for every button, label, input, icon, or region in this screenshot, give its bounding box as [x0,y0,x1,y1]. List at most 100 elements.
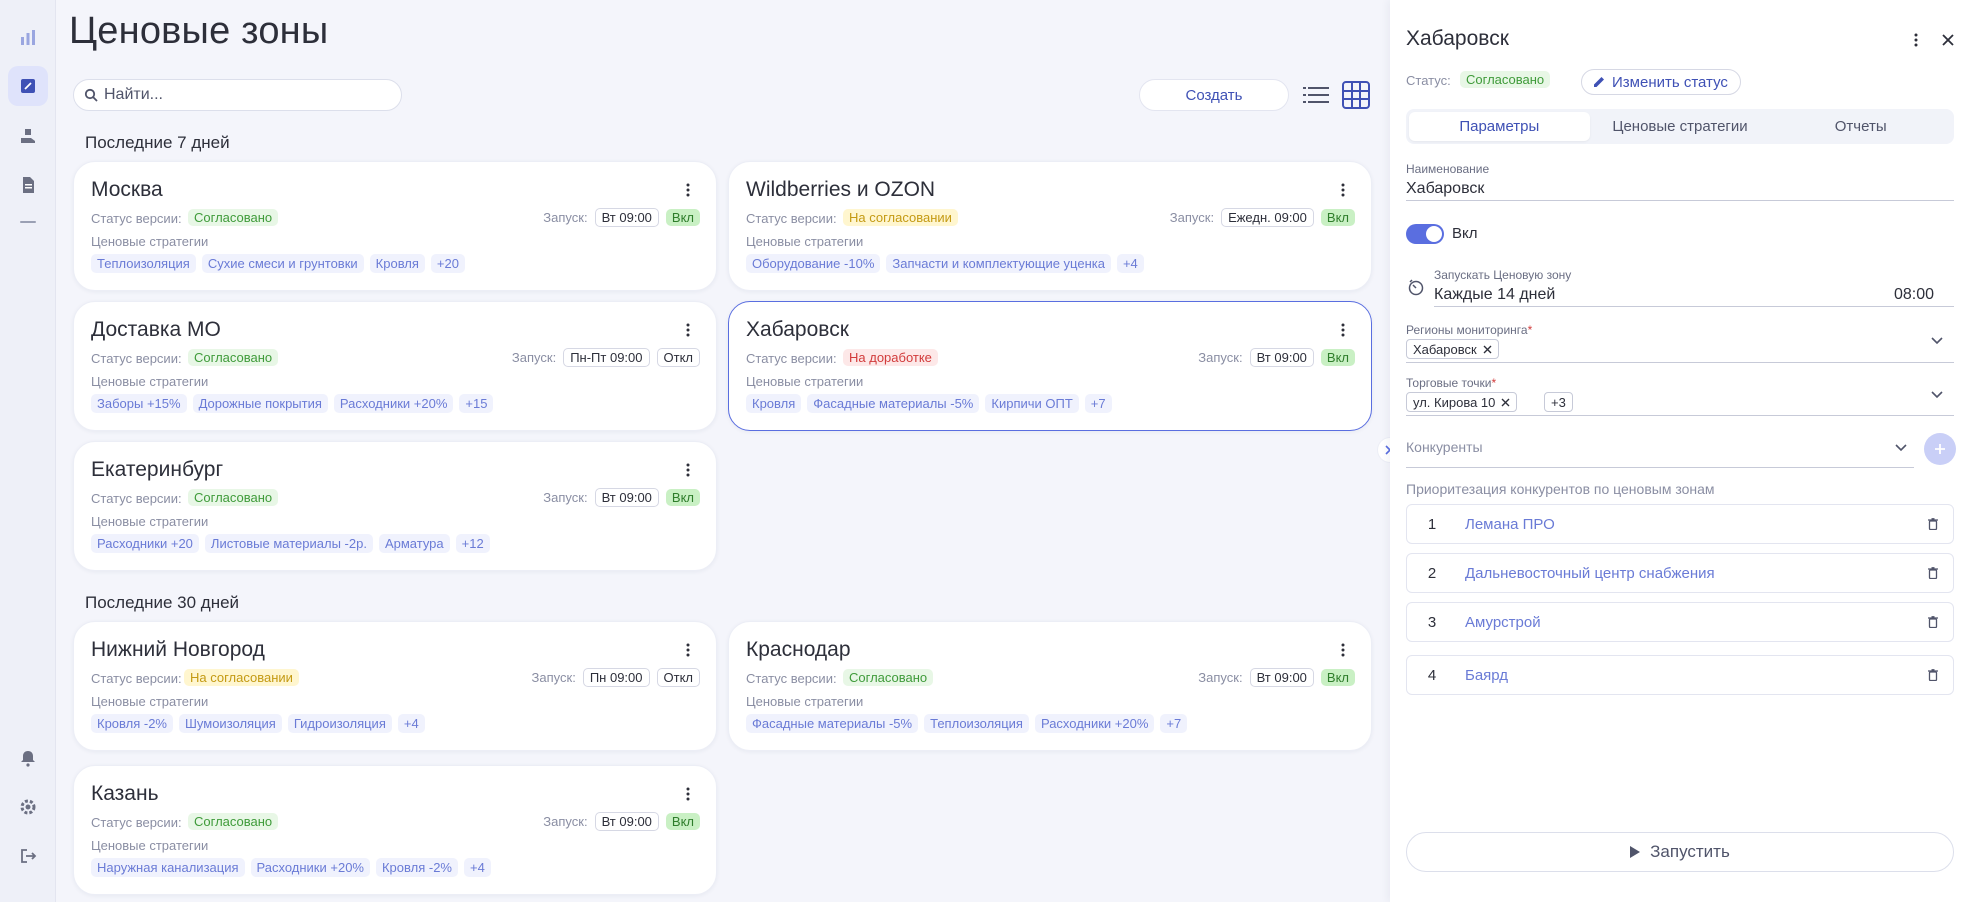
change-status-button[interactable]: Изменить статус [1581,69,1741,95]
document-icon[interactable] [8,165,48,205]
zone-card[interactable]: Казань Статус версии: Согласовано Запуск… [73,765,717,895]
panel-menu-icon[interactable] [1908,30,1924,50]
bell-icon[interactable] [8,738,48,778]
strategy-tag[interactable]: Расходники +20% [1034,714,1155,733]
strategy-tag[interactable]: +15 [459,394,494,413]
strategy-tag[interactable]: Кровля -2% [91,714,173,733]
strategy-tag[interactable]: Сухие смеси и грунтовки [201,254,364,273]
competitor-name[interactable]: Дальневосточный центр снабжения [1457,565,1913,582]
strategy-tag[interactable]: Шумоизоляция [179,714,282,733]
card-menu-icon[interactable] [680,460,696,480]
card-menu-icon[interactable] [1335,640,1351,660]
strategy-tag[interactable]: Фасадные материалы -5% [746,714,919,733]
strategy-tag[interactable]: +4 [1116,254,1144,273]
strategy-tag[interactable]: Кровля [746,394,802,413]
card-menu-icon[interactable] [680,784,696,804]
competitor-row[interactable]: 1 Лемана ПРО [1406,504,1954,544]
grid-view-icon[interactable] [1341,80,1371,110]
close-icon[interactable] [1938,30,1958,50]
strategy-tag[interactable]: Расходники +20 [91,534,199,553]
state-badge: Вкл [1320,349,1355,366]
card-menu-icon[interactable] [680,180,696,200]
zone-card[interactable]: Москва Статус версии: Согласовано Запуск… [73,161,717,291]
delete-icon[interactable] [1913,567,1953,579]
search-input[interactable] [104,86,384,104]
tab-price-strategies[interactable]: Ценовые стратегии [1590,112,1771,141]
strategy-tag[interactable]: Кровля -2% [375,858,458,877]
zone-card[interactable]: Нижний Новгород Статус версии: На соглас… [73,621,717,751]
strategy-tag[interactable]: Расходники +20% [250,858,370,877]
strategies-label: Ценовые стратегии [91,838,209,853]
list-view-icon[interactable] [1302,82,1330,108]
status-badge: На доработке [843,349,938,366]
strategy-tag[interactable]: +20 [430,254,465,273]
remove-point-icon[interactable] [1501,398,1510,407]
strategy-tag[interactable]: Листовые материалы -2р. [204,534,373,553]
logout-icon[interactable] [8,836,48,876]
strategy-tag[interactable]: +7 [1160,714,1188,733]
strategy-tag[interactable]: Заборы +15% [91,394,187,413]
strategy-tag[interactable]: +4 [463,858,491,877]
add-competitor-button[interactable] [1924,433,1956,465]
strategy-tag[interactable]: Наружная канализация [91,858,245,877]
strategy-tag[interactable]: +7 [1084,394,1112,413]
strategy-tag[interactable]: Запчасти и комплектующие уценка [886,254,1111,273]
strategy-tag[interactable]: Гидроизоляция [287,714,392,733]
tab-reports[interactable]: Отчеты [1770,112,1951,141]
card-menu-icon[interactable] [680,640,696,660]
strategy-tag[interactable]: Кровля [369,254,425,273]
zone-card[interactable]: Хабаровск Статус версии: На доработке За… [728,301,1372,431]
tab-parameters[interactable]: Параметры [1409,112,1590,141]
card-menu-icon[interactable] [680,320,696,340]
strategy-tag[interactable]: +4 [397,714,425,733]
strategy-tag[interactable]: Оборудование -10% [746,254,881,273]
competitor-name[interactable]: Лемана ПРО [1457,516,1913,533]
analytics-icon[interactable] [8,18,48,58]
competitor-row[interactable]: 3 Амурстрой [1406,602,1954,642]
delete-icon[interactable] [1913,518,1953,530]
remove-region-icon[interactable] [1483,345,1492,354]
delete-icon[interactable] [1913,616,1953,628]
run-button[interactable]: Запустить [1406,832,1954,872]
enabled-toggle[interactable] [1406,224,1444,244]
card-menu-icon[interactable] [1335,320,1351,340]
name-field[interactable]: Хабаровск [1406,180,1484,198]
competitor-rank: 3 [1427,613,1437,631]
launch-time: Вт 09:00 [594,488,659,507]
zone-card[interactable]: Доставка МО Статус версии: Согласовано З… [73,301,717,431]
gear-icon[interactable] [8,787,48,827]
competitor-name[interactable]: Амурстрой [1457,614,1913,631]
competitors-select[interactable]: Конкуренты [1406,439,1483,455]
strategy-tag[interactable]: Фасадные материалы -5% [807,394,980,413]
hand-box-icon[interactable] [8,116,48,156]
strategy-tags: Теплоизоляция Сухие смеси и грунтовки Кров… [91,254,465,273]
strategy-tag[interactable]: Кирпичи ОПТ [985,394,1079,413]
strategy-tag[interactable]: Теплоизоляция [91,254,196,273]
schedule-field[interactable]: Каждые 14 дней [1434,286,1555,304]
strategy-tag[interactable]: Расходники +20% [333,394,454,413]
zone-card[interactable]: Краснодар Статус версии: Согласовано Зап… [728,621,1372,751]
zone-card[interactable]: Екатеринбург Статус версии: Согласовано … [73,441,717,571]
competitor-row[interactable]: 2 Дальневосточный центр снабжения [1406,553,1954,593]
chevron-down-icon[interactable] [1930,388,1944,402]
schedule-time[interactable]: 08:00 [1894,286,1934,304]
delete-icon[interactable] [1913,669,1953,681]
toggle-label: Вкл [1452,225,1478,242]
competitor-row[interactable]: 4 Баярд [1406,655,1954,695]
search-box[interactable] [73,79,402,111]
points-more-chip[interactable]: +3 [1544,392,1573,412]
state-badge: Откл [656,668,700,687]
chevron-down-icon[interactable] [1894,441,1908,455]
card-title: Краснодар [746,638,851,661]
create-button[interactable]: Создать [1139,79,1289,111]
competitor-name[interactable]: Баярд [1457,667,1913,684]
strategy-tag[interactable]: Теплоизоляция [924,714,1029,733]
strategy-tag[interactable]: +12 [455,534,490,553]
strategy-tag[interactable]: Дорожные покрытия [192,394,328,413]
strategy-tags: Фасадные материалы -5% Теплоизоляция Расхо… [746,714,1188,733]
edit-note-icon[interactable] [8,66,48,106]
strategy-tag[interactable]: Арматура [378,534,450,553]
chevron-down-icon[interactable] [1930,334,1944,348]
zone-card[interactable]: Wildberries и OZON Статус версии: На сог… [728,161,1372,291]
card-menu-icon[interactable] [1335,180,1351,200]
